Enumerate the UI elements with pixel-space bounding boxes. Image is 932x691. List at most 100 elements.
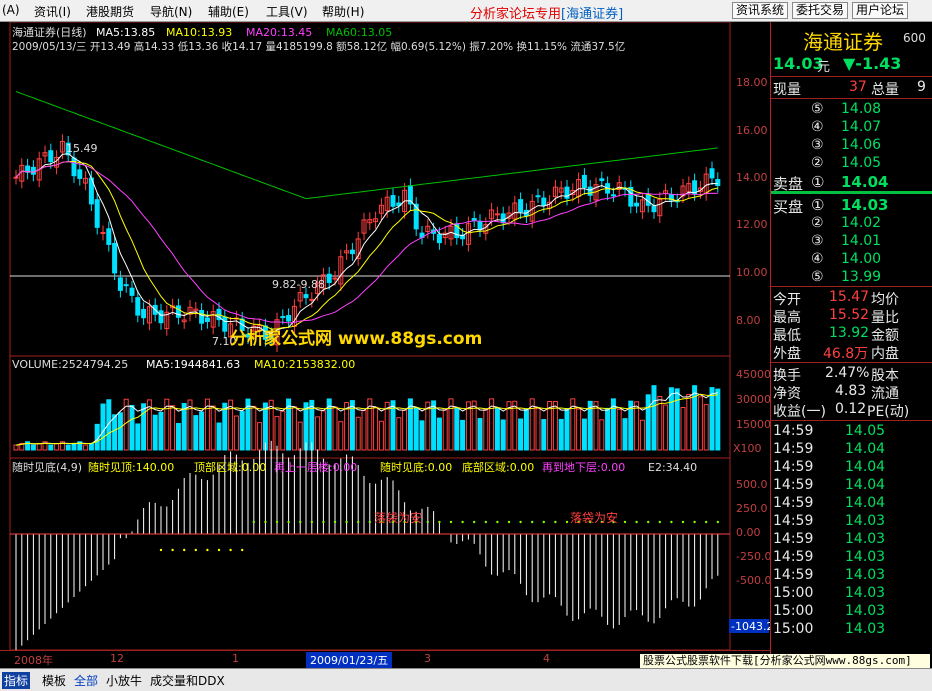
- trade-button[interactable]: 委托交易: [792, 2, 849, 19]
- tab-volume-ddx[interactable]: 成交量和DDX: [150, 672, 225, 689]
- menu-assist[interactable]: 辅助(E): [208, 3, 249, 20]
- indicator-label: E2:34.40: [648, 461, 697, 474]
- signal-dot: [287, 520, 290, 524]
- volume-bar: [210, 405, 216, 451]
- indicator-tick: -250.0: [736, 550, 770, 563]
- signal-dot: [473, 520, 476, 524]
- ask-row: ③ 14.06: [811, 137, 882, 153]
- window-title: 分析家论坛专用[海通证券]: [470, 7, 624, 22]
- tick-row: 15:00 14.03: [773, 621, 886, 637]
- candle-body: [30, 166, 36, 175]
- candle-body: [587, 186, 593, 196]
- chart-area[interactable]: 海通证券(日线) MA5:13.85 MA10:13.93 MA20:13.45…: [0, 21, 773, 651]
- volume-bar: [645, 394, 651, 451]
- candle-body: [199, 309, 205, 324]
- price-change: ▼-1.43: [843, 54, 902, 73]
- volume-bar: [257, 422, 263, 451]
- kline-info-line: 2009/05/13/三 开13.49 高14.33 低13.36 收14.17…: [12, 40, 625, 53]
- cursor-date: 2009/01/23/五: [306, 652, 393, 668]
- menu-help[interactable]: 帮助(H): [322, 3, 364, 20]
- volume-bar: [199, 411, 205, 451]
- indicator-tick: 0.00: [736, 526, 761, 539]
- volume-bar: [697, 396, 703, 451]
- volume-tick: 45000: [736, 368, 770, 381]
- volume-bar: [373, 406, 379, 451]
- high-annotation: 15.49: [66, 142, 98, 155]
- volume-ma5-label: MA5:1944841.63: [146, 358, 240, 371]
- menu-hk-futures[interactable]: 港股期货: [86, 3, 134, 20]
- volume-bar: [436, 417, 442, 451]
- signal-dot: [159, 548, 163, 552]
- tab-custom[interactable]: 小放牛: [106, 672, 142, 689]
- candle-body: [303, 294, 309, 299]
- menu-navigate[interactable]: 导航(N): [150, 3, 192, 20]
- candle-body: [141, 308, 147, 319]
- ma10-line: [15, 160, 718, 330]
- volume-bar: [181, 403, 187, 451]
- signal-dot: [322, 520, 325, 524]
- candle-body: [94, 199, 100, 228]
- volume-bar: [500, 419, 506, 451]
- volume-bar: [297, 421, 303, 451]
- volume-bar: [251, 405, 257, 451]
- tab-template[interactable]: 模板: [42, 672, 66, 689]
- price-tick: 18.00: [736, 76, 768, 89]
- tick-row: 14:59 14.03: [773, 513, 886, 529]
- info-system-button[interactable]: 资讯系统: [732, 2, 789, 19]
- menu-info[interactable]: 资讯(I): [34, 3, 71, 20]
- volume-bar: [703, 404, 709, 451]
- stat-row: 净资 4.83 流通: [773, 383, 899, 402]
- candle-body: [471, 218, 477, 221]
- signal-dot: [183, 548, 186, 552]
- tab-indicator[interactable]: 指标: [2, 672, 31, 689]
- user-forum-button[interactable]: 用户论坛: [852, 2, 909, 19]
- volume-bar: [280, 410, 286, 451]
- watermark: 分析家公式网 www.88gs.com: [230, 328, 482, 349]
- stat-row: 今开 15.47 均价: [773, 289, 899, 308]
- volume-bar: [222, 402, 228, 451]
- signal-dot: [345, 520, 348, 524]
- signal-dot: [206, 548, 209, 552]
- volume-label: VOLUME:2524794.25: [12, 358, 128, 371]
- signal-dot: [681, 520, 685, 524]
- candle-body: [280, 316, 286, 319]
- volume-bar: [715, 388, 721, 451]
- candle-body: [634, 202, 640, 207]
- volume-bar: [692, 385, 698, 451]
- kline-chart-svg[interactable]: 海通证券(日线) MA5:13.85 MA10:13.93 MA20:13.45…: [0, 21, 773, 651]
- menu-tools[interactable]: 工具(V): [266, 3, 308, 20]
- date-label: 3: [424, 652, 431, 665]
- signal-dot: [554, 520, 557, 524]
- signal-dot: [217, 548, 221, 552]
- candle-body: [222, 316, 228, 332]
- volume-bar: [605, 407, 611, 451]
- volume-bar: [709, 387, 715, 451]
- volume-bar: [674, 388, 680, 451]
- candle-body: [117, 277, 123, 291]
- menu-prefix[interactable]: (A): [2, 3, 20, 17]
- candle-body: [106, 228, 112, 245]
- volume-bar: [622, 418, 628, 451]
- candle-body: [651, 205, 657, 213]
- tab-all[interactable]: 全部: [74, 672, 98, 689]
- candle-body: [349, 249, 355, 255]
- tick-row: 15:00 14.03: [773, 585, 886, 601]
- volume-bar: [135, 423, 141, 451]
- bottom-tab-bar: 指标 模板 全部 小放牛 成交量和DDX: [0, 668, 932, 691]
- signal-dot: [565, 520, 569, 524]
- volume-bar: [593, 401, 599, 451]
- ma60-label: MA60:13.05: [326, 26, 392, 39]
- volume-bar: [170, 405, 176, 451]
- kline-title: 海通证券(日线): [12, 25, 87, 39]
- volume-bar: [413, 407, 419, 451]
- candle-body: [518, 199, 524, 213]
- volume-bar: [541, 419, 547, 451]
- ask-row: ② 14.05: [811, 155, 882, 171]
- ad-banner[interactable]: 股票公式股票软件下载[分析家公式网www.88gs.com]: [640, 654, 930, 668]
- signal-dot: [438, 520, 441, 524]
- signal-dot: [310, 520, 313, 524]
- volume-bar: [378, 420, 384, 451]
- tick-row: 14:59 14.03: [773, 567, 886, 583]
- volume-bar: [518, 418, 524, 451]
- price-tick: 12.00: [736, 218, 768, 231]
